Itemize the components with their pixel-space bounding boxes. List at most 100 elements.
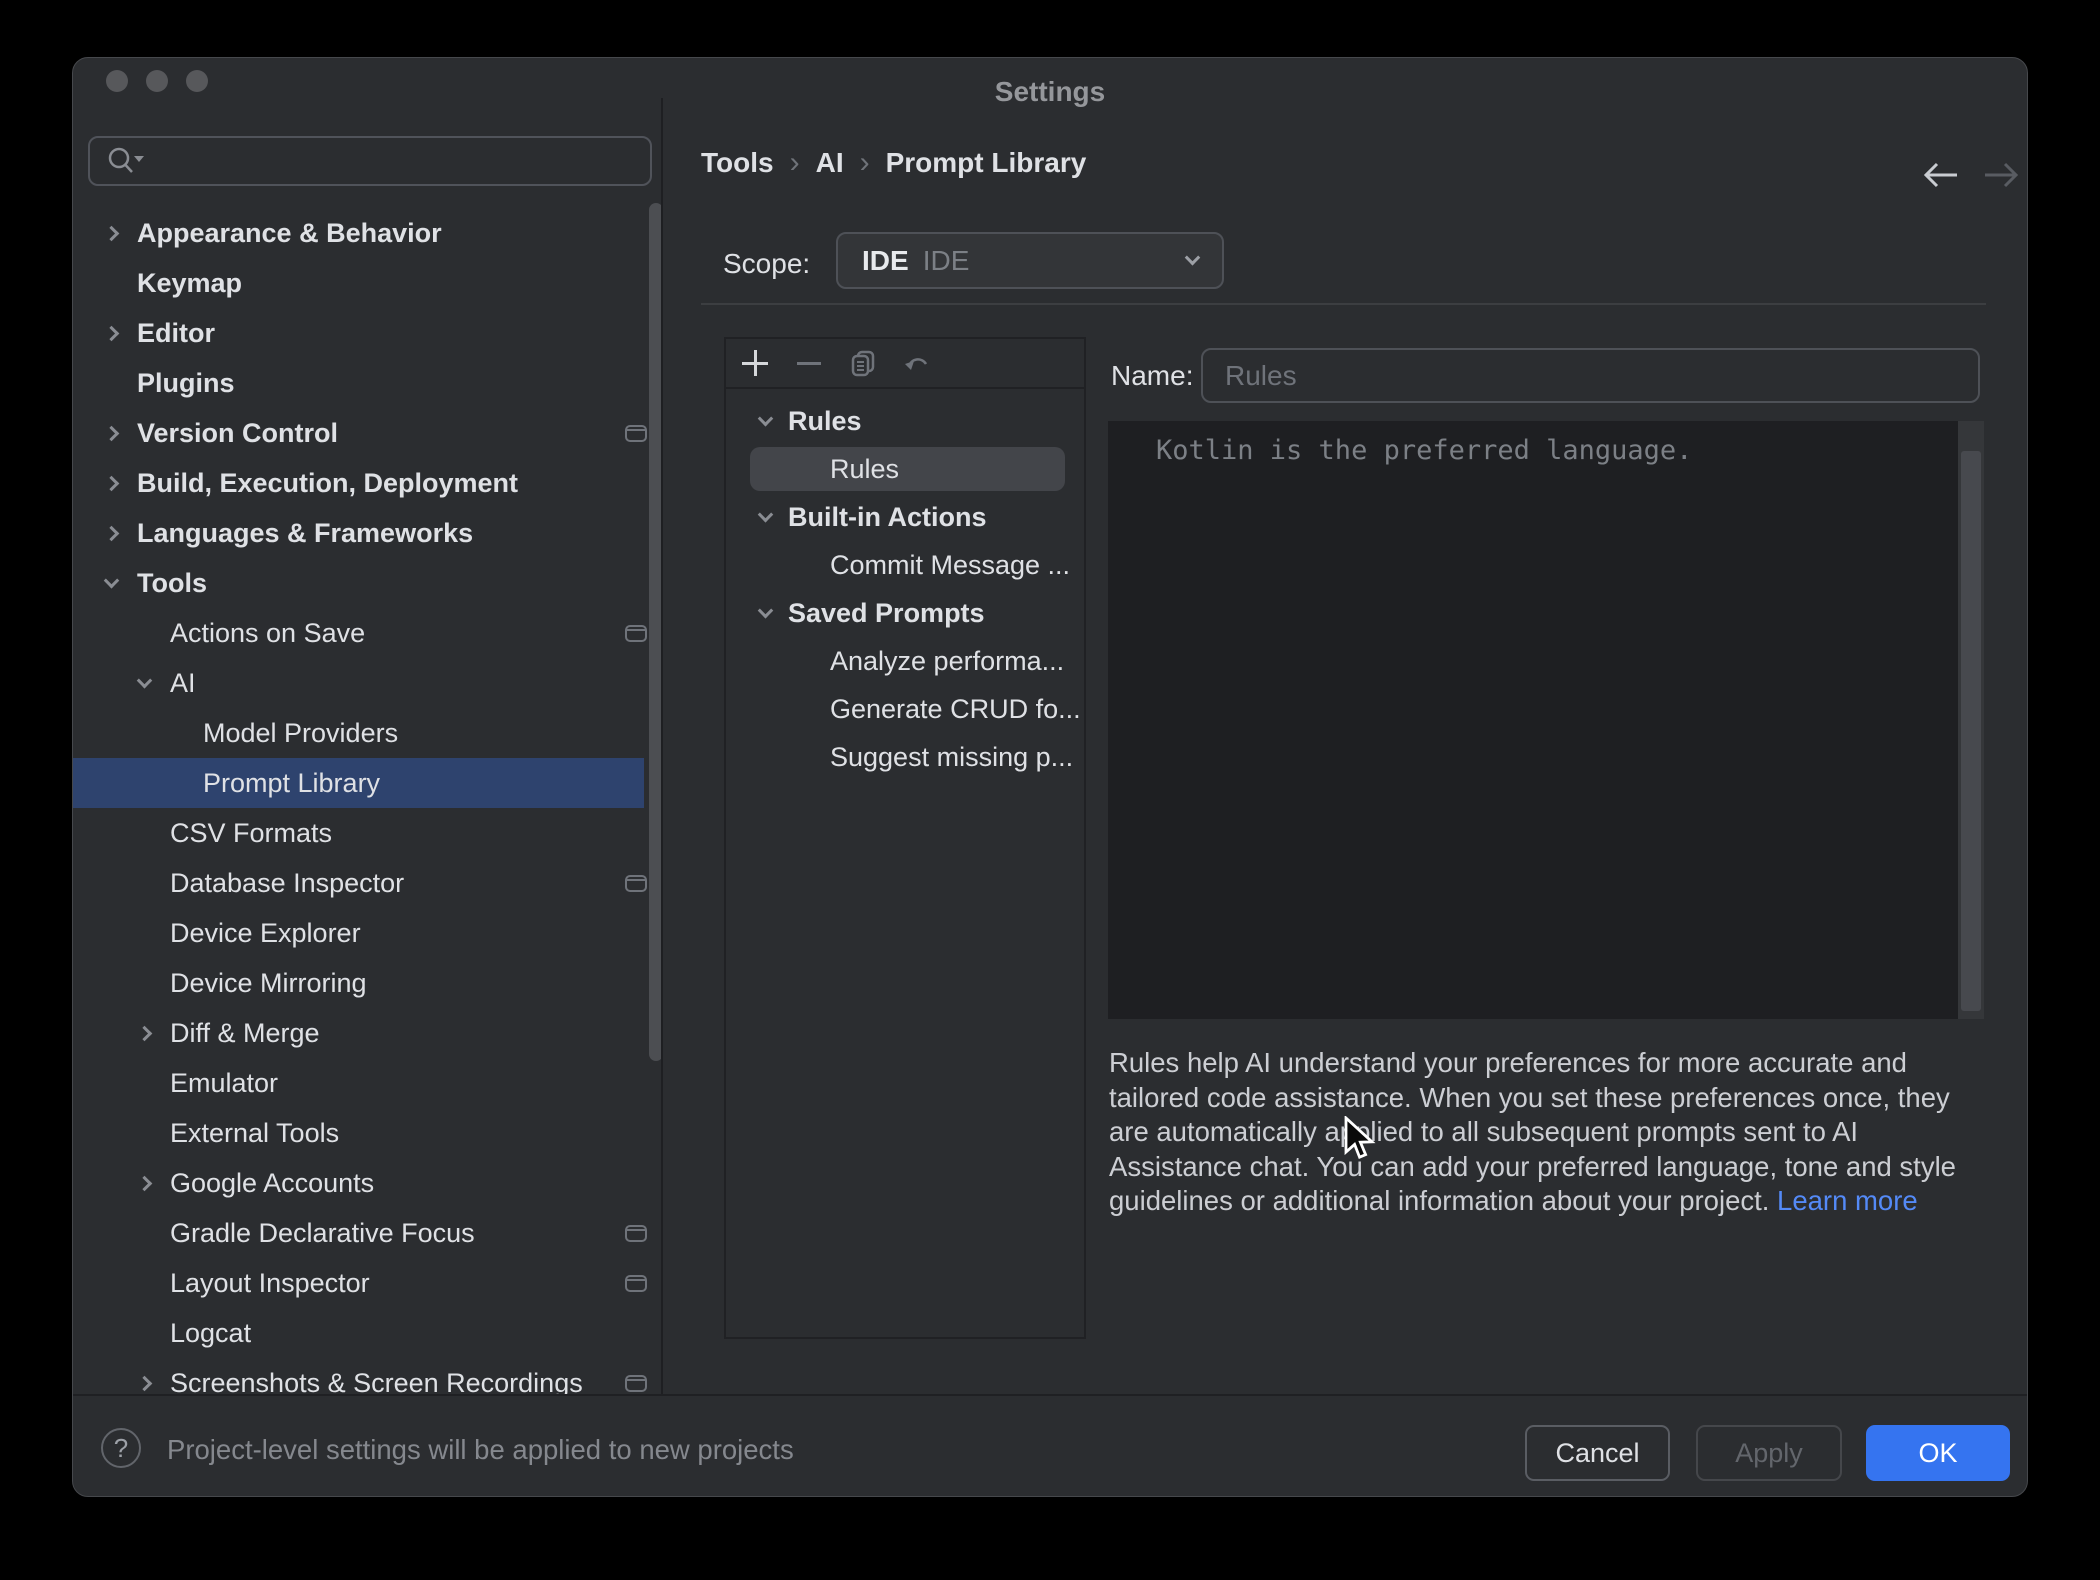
name-input[interactable]: Rules [1201,348,1980,403]
undo-icon[interactable] [902,348,932,378]
sidebar-item-emulator[interactable]: Emulator [73,1058,661,1108]
back-arrow-icon[interactable] [1919,158,1963,192]
apply-button[interactable]: Apply [1696,1425,1842,1481]
sidebar-item-label: Tools [137,568,207,599]
name-input-value: Rules [1225,360,1297,392]
chevron-right-icon[interactable] [103,425,119,441]
sidebar-item-label: Appearance & Behavior [137,218,442,249]
prompt-item-analyze-performance[interactable]: Analyze performa... [726,637,1084,685]
duplicate-prompt-icon[interactable] [848,348,878,378]
prompt-group-saved-prompts[interactable]: Saved Prompts [726,589,1084,637]
search-history-caret-icon [134,156,144,162]
learn-more-link[interactable]: Learn more [1777,1185,1918,1216]
sidebar-item-appearance-behavior[interactable]: Appearance & Behavior [73,208,661,258]
forward-arrow-icon[interactable] [1979,158,2023,192]
sidebar-item-label: Keymap [137,268,242,299]
sidebar-item-label: Model Providers [203,718,398,749]
chevron-down-icon[interactable] [757,410,773,426]
prompt-group-label: Built-in Actions [788,502,986,533]
help-icon[interactable]: ? [101,1428,141,1468]
sidebar-item-label: Google Accounts [170,1168,374,1199]
sidebar-item-device-mirroring[interactable]: Device Mirroring [73,958,661,1008]
chevron-right-icon[interactable] [136,1175,152,1191]
chevron-down-icon [1185,250,1201,266]
chevron-right-icon[interactable] [103,325,119,341]
mouse-cursor [1338,1116,1380,1164]
chevron-right-icon[interactable] [136,1375,152,1391]
project-level-icon [625,1375,647,1392]
sidebar-item-layout-inspector[interactable]: Layout Inspector [73,1258,661,1308]
sidebar-item-logcat[interactable]: Logcat [73,1308,661,1358]
chevron-right-icon[interactable] [103,525,119,541]
prompt-group-built-in-actions[interactable]: Built-in Actions [726,493,1084,541]
prompt-group-rules[interactable]: Rules [726,397,1084,445]
chevron-down-icon[interactable] [757,506,773,522]
sidebar-item-model-providers[interactable]: Model Providers [73,708,661,758]
sidebar-item-label: Device Mirroring [170,968,367,999]
project-level-icon [625,875,647,892]
chevron-down-icon[interactable] [136,672,152,688]
chevron-down-icon[interactable] [103,572,119,588]
chevron-right-icon[interactable] [103,475,119,491]
sidebar-item-ai[interactable]: AI [73,658,661,708]
prompt-item-label: Rules [830,454,899,485]
sidebar-item-label: AI [170,668,196,699]
chevron-right-icon[interactable] [136,1025,152,1041]
project-level-icon [625,425,647,442]
breadcrumb: Tools › AI › Prompt Library [701,146,1086,180]
chevron-right-icon[interactable] [103,225,119,241]
sidebar-item-device-explorer[interactable]: Device Explorer [73,908,661,958]
prompt-item-commit-message[interactable]: Commit Message ... [726,541,1084,589]
project-level-icon [625,1275,647,1292]
sidebar-item-screenshots-screen-recordings[interactable]: Screenshots & Screen Recordings [73,1358,661,1394]
prompt-editor[interactable]: Kotlin is the preferred language. [1108,421,1984,1019]
sidebar-item-diff-merge[interactable]: Diff & Merge [73,1008,661,1058]
editor-scrollbar-thumb[interactable] [1961,451,1981,1011]
cancel-button[interactable]: Cancel [1525,1425,1670,1481]
ok-button[interactable]: OK [1866,1425,2010,1481]
sidebar-item-google-accounts[interactable]: Google Accounts [73,1158,661,1208]
sidebar-item-csv-formats[interactable]: CSV Formats [73,808,661,858]
prompt-editor-text: Kotlin is the preferred language. [1156,435,1692,466]
prompt-item-rules-selected[interactable]: Rules [726,445,1084,493]
sidebar-item-languages-frameworks[interactable]: Languages & Frameworks [73,508,661,558]
sidebar-item-actions-on-save[interactable]: Actions on Save [73,608,661,658]
settings-tree: Appearance & Behavior Keymap Editor Plug… [73,208,661,1394]
breadcrumb-tools[interactable]: Tools [701,147,774,179]
remove-prompt-button[interactable] [794,348,824,378]
editor-scrollbar-track[interactable] [1958,421,1984,1019]
sidebar-item-build-execution-deployment[interactable]: Build, Execution, Deployment [73,458,661,508]
settings-sidebar: Appearance & Behavior Keymap Editor Plug… [73,58,661,1394]
sidebar-item-label: Editor [137,318,215,349]
sidebar-item-prompt-library[interactable]: Prompt Library [73,758,644,808]
chevron-down-icon[interactable] [757,602,773,618]
prompt-item-generate-crud[interactable]: Generate CRUD fo... [726,685,1084,733]
footer-hint: Project-level settings will be applied t… [167,1434,794,1466]
prompt-tree: Rules Rules Built-in Actions Commit Mess… [726,397,1084,781]
project-level-icon [625,625,647,642]
sidebar-item-label: Prompt Library [203,768,380,799]
prompt-group-label: Saved Prompts [788,598,985,629]
sidebar-item-version-control[interactable]: Version Control [73,408,661,458]
search-icon [106,144,146,178]
sidebar-item-label: Database Inspector [170,868,404,899]
scope-dropdown[interactable]: IDE IDE [836,232,1224,289]
prompt-list-toolbar [726,339,1084,389]
prompt-item-suggest-missing[interactable]: Suggest missing p... [726,733,1084,781]
sidebar-item-tools[interactable]: Tools [73,558,661,608]
sidebar-item-label: Device Explorer [170,918,361,949]
sidebar-item-keymap[interactable]: Keymap [73,258,661,308]
search-input[interactable] [88,136,652,186]
add-prompt-button[interactable] [740,348,770,378]
sidebar-item-plugins[interactable]: Plugins [73,358,661,408]
sidebar-item-label: Emulator [170,1068,278,1099]
selection-highlight [750,447,1065,491]
breadcrumb-ai[interactable]: AI [816,147,844,179]
sidebar-item-editor[interactable]: Editor [73,308,661,358]
name-label: Name: [1111,360,1193,392]
sidebar-item-gradle-declarative-focus[interactable]: Gradle Declarative Focus [73,1208,661,1258]
sidebar-item-database-inspector[interactable]: Database Inspector [73,858,661,908]
prompt-item-label: Analyze performa... [830,646,1064,677]
sidebar-item-label: Layout Inspector [170,1268,370,1299]
sidebar-item-external-tools[interactable]: External Tools [73,1108,661,1158]
